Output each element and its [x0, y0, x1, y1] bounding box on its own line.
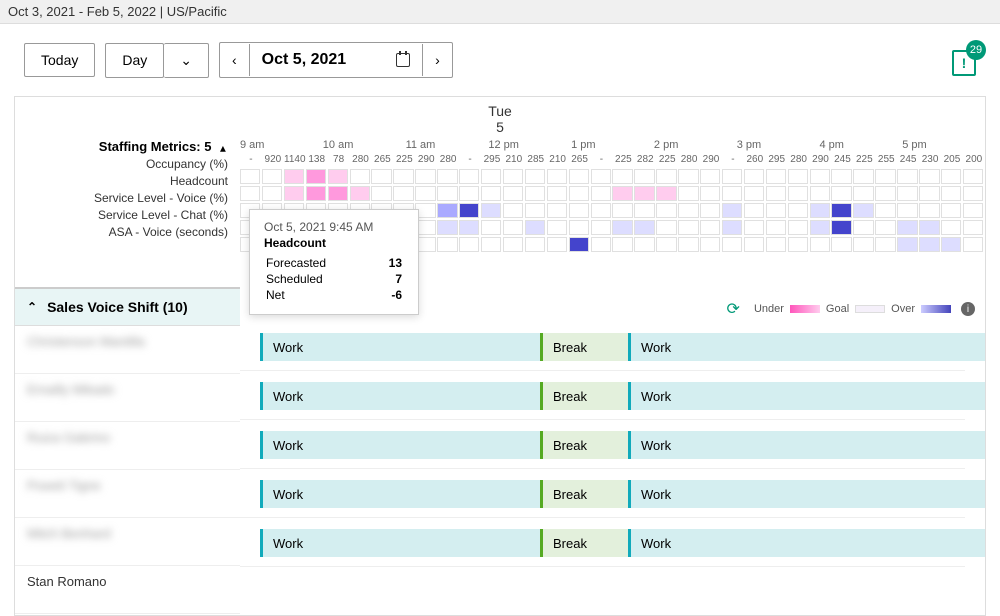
agent-row[interactable]: Stan Romano: [15, 566, 240, 614]
work-segment[interactable]: Work: [260, 333, 540, 361]
agent-row[interactable]: Mitch Benhard: [15, 518, 240, 566]
tooltip-key: Scheduled: [266, 272, 352, 286]
tooltip-val: 7: [354, 272, 402, 286]
refresh-button[interactable]: ⟳: [727, 299, 740, 319]
schedule-row[interactable]: Work Break Work: [240, 519, 965, 567]
tooltip-table: Forecasted13 Scheduled7 Net-6: [264, 254, 404, 304]
agent-name: Christenson Mantilla: [27, 334, 228, 349]
agent-row[interactable]: Ruiza Gabrino: [15, 422, 240, 470]
time-axis: 9 am10 am11 am12 pm1 pm2 pm3 pm4 pm5 pm: [240, 139, 985, 153]
work-segment[interactable]: Work: [628, 431, 986, 459]
info-icon[interactable]: i: [961, 302, 975, 316]
metric-tooltip: Oct 5, 2021 9:45 AM Headcount Forecasted…: [249, 209, 419, 315]
break-segment[interactable]: Break: [540, 431, 628, 459]
next-day-button[interactable]: ›: [422, 44, 452, 76]
chevron-up-icon: ⌃: [27, 300, 37, 314]
schedule-row[interactable]: Work Break Work: [240, 323, 965, 371]
legend-under-label: Under: [754, 303, 784, 315]
work-segment[interactable]: Work: [628, 333, 986, 361]
tooltip-key: Net: [266, 288, 352, 302]
legend-under-swatch: [790, 305, 820, 313]
tooltip-val: -6: [354, 288, 402, 302]
today-button[interactable]: Today: [24, 43, 95, 77]
alert-count: 29: [966, 40, 986, 60]
day-number: 5: [15, 119, 985, 135]
agent-name: Emailly Mikado: [27, 382, 228, 397]
alerts-button[interactable]: 29: [952, 50, 976, 76]
tooltip-key: Forecasted: [266, 256, 352, 270]
view-day-button[interactable]: Day: [105, 43, 164, 78]
agent-name: Ruiza Gabrino: [27, 430, 228, 445]
schedule-content: Tue 5 Staffing Metrics: 5 ▼ Occupancy (%…: [14, 96, 986, 616]
metric-row-occupancy[interactable]: [240, 169, 985, 185]
day-name: Tue: [15, 103, 985, 119]
schedule-row[interactable]: Work Break Work: [240, 470, 965, 518]
agent-name: Poweli Tigne: [27, 478, 228, 493]
work-segment[interactable]: Work: [260, 480, 540, 508]
break-segment[interactable]: Break: [540, 382, 628, 410]
date-picker: ‹ Oct 5, 2021 ›: [219, 42, 453, 78]
work-segment[interactable]: Work: [260, 431, 540, 459]
metric-legend: ⟳ Under Goal Over i: [727, 299, 975, 319]
date-range-header: Oct 3, 2021 - Feb 5, 2022 | US/Pacific: [0, 0, 1000, 24]
metrics-dropdown[interactable]: Staffing Metrics: 5 ▼: [15, 139, 240, 154]
break-segment[interactable]: Break: [540, 480, 628, 508]
metric-label: Occupancy (%): [15, 156, 240, 173]
left-panel: Staffing Metrics: 5 ▼ Occupancy (%) Head…: [15, 139, 240, 616]
metrics-title: Staffing Metrics: 5: [99, 139, 212, 154]
legend-goal-label: Goal: [826, 303, 849, 315]
view-switcher: Day ⌄: [105, 43, 209, 78]
break-segment[interactable]: Break: [540, 333, 628, 361]
group-toggle[interactable]: ⌃ Sales Voice Shift (10): [15, 287, 240, 326]
toolbar: Today Day ⌄ ‹ Oct 5, 2021 › 29: [0, 24, 1000, 96]
metric-label: Service Level - Voice (%): [15, 190, 240, 207]
schedule-row[interactable]: Work Break Work: [240, 372, 965, 420]
work-segment[interactable]: Work: [628, 382, 986, 410]
current-date[interactable]: Oct 5, 2021: [250, 43, 423, 77]
value-axis: -920114013878280265225290280-29521028521…: [240, 154, 985, 168]
metric-label: Service Level - Chat (%): [15, 207, 240, 224]
metric-label: ASA - Voice (seconds): [15, 224, 240, 241]
schedule-row[interactable]: Work Break Work: [240, 421, 965, 469]
chevron-down-icon: ▼: [218, 143, 228, 154]
work-segment[interactable]: Work: [628, 529, 986, 557]
agent-name: Stan Romano: [27, 574, 228, 589]
metric-label: Headcount: [15, 173, 240, 190]
agent-row[interactable]: Christenson Mantilla: [15, 326, 240, 374]
metric-row-headcount[interactable]: [240, 186, 985, 202]
schedule-rows: Work Break Work Work Break Work Work Bre…: [240, 322, 965, 567]
agent-name: Mitch Benhard: [27, 526, 228, 541]
group-title: Sales Voice Shift (10): [47, 299, 188, 315]
view-dropdown-button[interactable]: ⌄: [164, 43, 209, 78]
legend-over-swatch: [921, 305, 951, 313]
prev-day-button[interactable]: ‹: [220, 44, 250, 76]
work-segment[interactable]: Work: [260, 529, 540, 557]
legend-goal-swatch: [855, 305, 885, 313]
agent-row[interactable]: Poweli Tigne: [15, 470, 240, 518]
break-segment[interactable]: Break: [540, 529, 628, 557]
tooltip-title: Headcount: [264, 236, 404, 250]
agent-row[interactable]: Emailly Mikado: [15, 374, 240, 422]
tooltip-val: 13: [354, 256, 402, 270]
work-segment[interactable]: Work: [260, 382, 540, 410]
tooltip-time: Oct 5, 2021 9:45 AM: [264, 220, 404, 234]
date-text: Oct 5, 2021: [262, 51, 347, 69]
calendar-icon: [396, 53, 410, 67]
work-segment[interactable]: Work: [628, 480, 986, 508]
chevron-down-icon: ⌄: [180, 52, 192, 68]
legend-over-label: Over: [891, 303, 915, 315]
day-header: Tue 5: [15, 97, 985, 137]
